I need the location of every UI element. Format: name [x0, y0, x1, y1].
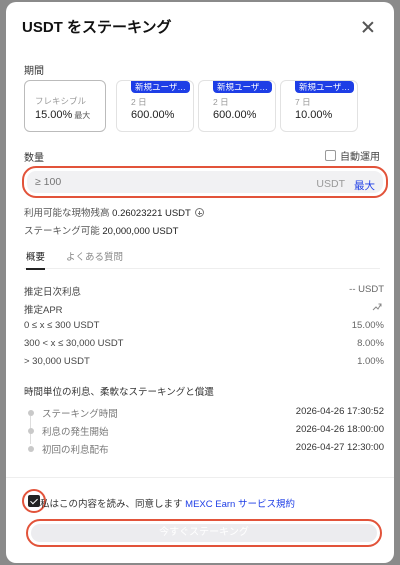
quantity-row: 数量 自動運用	[24, 148, 380, 164]
available-balance: 利用可能な現物残高 0.26023221 USDT	[24, 205, 204, 219]
info-tabs: 概要 よくある質問	[24, 247, 380, 270]
amount-input-highlight: USDT 最大	[22, 166, 388, 198]
close-icon[interactable]	[360, 20, 376, 36]
tier-rate: 15.00%	[351, 320, 384, 331]
tier-rate: 1.00%	[357, 356, 384, 367]
amount-input[interactable]	[35, 171, 275, 193]
tier-rate: 8.00%	[357, 338, 384, 349]
period-option-7day[interactable]: 新規ユーザ… 7 日 10.00%	[280, 80, 358, 132]
new-user-badge: 新規ユーザ…	[213, 81, 272, 93]
timeline-label: 初回の利息配布	[42, 445, 109, 456]
tab-faq[interactable]: よくある質問	[66, 249, 123, 269]
stakeable-amount: ステーキング可能 20,000,000 USDT	[24, 226, 179, 237]
new-user-badge: 新規ユーザ…	[295, 81, 354, 93]
timeline-dot	[28, 428, 34, 434]
modal-title: USDT をステーキング	[22, 19, 172, 36]
apr-tier-row: 0 ≤ x ≤ 300 USDT 15.00%	[24, 320, 384, 334]
period-options: フレキシブル 15.00% 最大 新規ユーザ… 2 日 600.00% 新規ユーザ…	[24, 80, 380, 134]
tier-range: 300 < x ≤ 30,000 USDT	[24, 338, 124, 349]
footer-divider	[6, 477, 394, 478]
tier-range: 0 ≤ x ≤ 300 USDT	[24, 320, 100, 331]
timeline-label: 利息の発生開始	[42, 427, 109, 438]
auto-invest-checkbox[interactable]	[325, 150, 336, 161]
timeline-time: 2026-04-27 12:30:00	[295, 442, 384, 453]
agreement-text: 私はこの内容を読み、同意します MEXC Earn サービス規約	[40, 499, 295, 510]
amount-input-box: USDT 最大	[27, 171, 383, 193]
period-option-flexible[interactable]: フレキシブル 15.00% 最大	[24, 80, 106, 132]
timeline-item: ステーキング時間 2026-04-26 17:30:52	[28, 406, 384, 420]
apr-tier-row: > 30,000 USDT 1.00%	[24, 356, 384, 370]
period-name: フレキシブル	[35, 96, 87, 106]
timeline-time: 2026-04-26 18:00:00	[295, 424, 384, 435]
timeline-dot	[28, 446, 34, 452]
period-rate: 600.00%	[213, 109, 257, 121]
stake-now-button[interactable]: 今すぐステーキング	[31, 524, 377, 542]
daily-interest-label: 推定日次利息	[24, 287, 82, 298]
add-funds-icon[interactable]	[194, 208, 204, 217]
modal-header: USDT をステーキング	[22, 18, 378, 38]
apr-tier-row: 300 < x ≤ 30,000 USDT 8.00%	[24, 338, 384, 352]
period-duration: 7 日	[295, 97, 311, 107]
daily-interest-value: -- USDT	[349, 284, 384, 295]
amount-unit: USDT	[316, 178, 345, 190]
apr-label: 推定APR	[24, 305, 63, 316]
terms-link[interactable]: MEXC Earn サービス規約	[185, 499, 295, 510]
agree-checkbox[interactable]	[28, 495, 40, 507]
stake-button-highlight: 今すぐステーキング	[26, 519, 382, 547]
quantity-label: 数量	[24, 153, 44, 164]
timeline-time: 2026-04-26 17:30:52	[295, 406, 384, 417]
period-rate: 600.00%	[131, 109, 175, 121]
chart-icon[interactable]	[372, 302, 382, 312]
tab-overview[interactable]: 概要	[26, 249, 46, 270]
timeline-title: 時間単位の利息、柔軟なステーキングと償還	[24, 387, 214, 398]
max-button[interactable]: 最大	[354, 178, 375, 193]
auto-invest-toggle[interactable]: 自動運用	[325, 148, 380, 163]
period-duration: 2 日	[131, 97, 147, 107]
tier-range: > 30,000 USDT	[24, 356, 90, 367]
period-label: 期間	[24, 66, 44, 77]
timeline-item: 利息の発生開始 2026-04-26 18:00:00	[28, 424, 384, 438]
timeline-item: 初回の利息配布 2026-04-27 12:30:00	[28, 442, 384, 456]
period-rate: 15.00% 最大	[35, 109, 91, 121]
timeline-label: ステーキング時間	[42, 409, 118, 420]
period-rate: 10.00%	[295, 109, 333, 121]
daily-interest-row: 推定日次利息 -- USDT	[24, 284, 384, 298]
period-option-2day-b[interactable]: 新規ユーザ… 2 日 600.00%	[198, 80, 276, 132]
period-option-2day-a[interactable]: 新規ユーザ… 2 日 600.00%	[116, 80, 194, 132]
period-duration: 2 日	[213, 97, 229, 107]
stake-modal: USDT をステーキング 期間 フレキシブル 15.00% 最大 新規ユーザ… 2…	[6, 2, 394, 563]
timeline-dot	[28, 410, 34, 416]
apr-row: 推定APR	[24, 302, 384, 316]
new-user-badge: 新規ユーザ…	[131, 81, 190, 93]
auto-invest-label: 自動運用	[340, 152, 380, 163]
